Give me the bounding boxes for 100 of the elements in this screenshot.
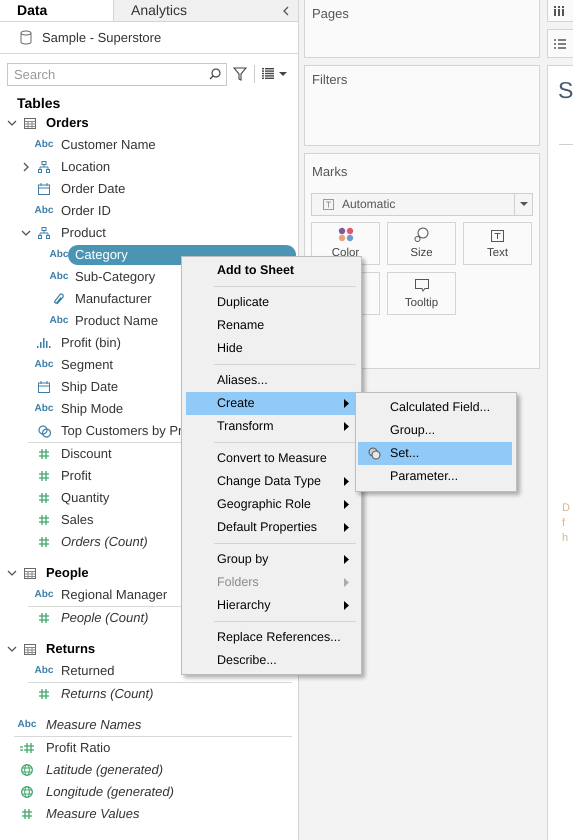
paperclip-icon <box>53 293 65 305</box>
calendar-icon <box>38 183 50 195</box>
sheet-title: S <box>558 79 573 102</box>
calculated-measure-icon <box>20 742 34 754</box>
menu-item[interactable]: Duplicate <box>186 291 357 314</box>
field-item[interactable]: Regional Manager <box>54 585 174 605</box>
data-source-name: Sample - Superstore <box>42 28 162 47</box>
submenu-arrow-icon <box>344 422 349 431</box>
submenu-arrow-icon <box>344 477 349 486</box>
calendar-icon <box>38 381 50 393</box>
menu-item[interactable]: Parameter... <box>358 465 512 488</box>
menu-item[interactable]: Transform <box>186 415 357 438</box>
field-item[interactable]: Customer Name <box>54 135 163 155</box>
menu-item[interactable]: Aliases... <box>186 369 357 392</box>
field-item[interactable]: Ship Mode <box>54 399 130 419</box>
type-label: Abc <box>50 316 68 326</box>
menu-item[interactable]: Create <box>186 392 357 415</box>
dropdown-value: Automatic <box>342 196 396 213</box>
menu-item[interactable]: Set... <box>358 442 512 465</box>
mark-type-dropdown[interactable]: Automatic <box>311 192 533 216</box>
filter-icon <box>233 67 247 81</box>
field-item[interactable]: Profit (bin) <box>54 333 128 353</box>
field-item[interactable]: Product <box>54 223 113 243</box>
database-icon <box>20 30 32 45</box>
shelf-title: Marks <box>311 163 348 181</box>
chevron-right-icon[interactable] <box>21 161 31 173</box>
menu-item[interactable]: Geographic Role <box>186 493 357 516</box>
field-item[interactable]: Manufacturer <box>68 289 159 309</box>
hash-icon <box>21 808 33 820</box>
menu-item[interactable]: Group by <box>186 548 357 571</box>
field-item[interactable]: Returned <box>54 661 122 681</box>
field-item[interactable]: Orders (Count) <box>54 532 155 552</box>
set-icon <box>368 447 380 460</box>
field-item[interactable]: Order Date <box>54 179 132 199</box>
field-item[interactable]: Profit Ratio <box>39 738 118 758</box>
submenu-arrow-icon <box>344 399 349 408</box>
color-dots-icon <box>338 227 354 242</box>
field-item[interactable]: Measure Names <box>39 715 148 735</box>
bar-chart-icon <box>37 337 51 349</box>
menu-item[interactable]: Hierarchy <box>186 594 357 617</box>
menu-item[interactable]: Convert to Measure <box>186 447 357 470</box>
menu-item[interactable]: Replace References... <box>186 626 357 649</box>
field-item[interactable]: Quantity <box>54 488 116 508</box>
columns-icon <box>554 6 564 16</box>
mark-tooltip-button[interactable]: Tooltip <box>387 272 456 314</box>
menu-item[interactable]: Describe... <box>186 649 357 672</box>
shelf-title: Filters <box>312 71 348 89</box>
menu-item[interactable]: Calculated Field... <box>358 396 512 419</box>
menu-item[interactable]: Change Data Type <box>186 470 357 493</box>
set-icon <box>38 424 50 438</box>
speech-bubble-icon <box>414 279 428 292</box>
menu-item[interactable]: Group... <box>358 419 512 442</box>
field-item[interactable]: Sub-Category <box>68 267 162 287</box>
menu-item[interactable]: Hide <box>186 337 357 360</box>
submenu-arrow-icon <box>344 523 349 532</box>
hint-text: D <box>562 501 571 516</box>
table-name[interactable]: Orders <box>46 113 89 133</box>
menu-item[interactable]: Rename <box>186 314 357 337</box>
field-item[interactable]: Measure Values <box>39 804 146 824</box>
submenu-arrow-icon <box>344 578 349 587</box>
type-label: Abc <box>18 720 36 730</box>
field-item[interactable]: Returns (Count) <box>54 684 160 704</box>
table-name[interactable]: People <box>46 563 89 583</box>
mark-size-button[interactable]: Size <box>387 222 456 264</box>
caret-icon <box>520 202 528 206</box>
globe-icon <box>21 764 33 776</box>
field-item[interactable]: Ship Date <box>54 377 126 397</box>
hash-icon <box>38 514 50 526</box>
field-item[interactable]: Latitude (generated) <box>39 760 170 780</box>
shelf-title: Pages <box>312 5 350 23</box>
field-item[interactable]: Order ID <box>54 201 118 221</box>
rows-icon <box>554 38 566 48</box>
panel-tab[interactable]: Analytics <box>113 0 274 21</box>
table-icon <box>24 568 36 578</box>
submenu-arrow-icon <box>344 500 349 509</box>
type-label: Abc <box>34 666 54 676</box>
hint-text: f <box>562 516 566 531</box>
menu-item[interactable]: Default Properties <box>186 516 357 539</box>
field-item[interactable]: Sales <box>54 510 101 530</box>
table-icon <box>24 118 36 128</box>
field-item[interactable]: Segment <box>54 355 120 375</box>
field-item[interactable]: Location <box>54 157 118 177</box>
hash-icon <box>38 688 50 700</box>
globe-icon <box>21 786 33 798</box>
list-view-icon <box>262 68 274 80</box>
collapse-icon <box>281 4 291 16</box>
field-item[interactable]: People (Count) <box>54 608 156 628</box>
field-item[interactable]: Longitude (generated) <box>39 782 181 802</box>
hash-icon <box>38 470 50 482</box>
field-item[interactable]: Discount <box>54 444 119 464</box>
search-field[interactable]: Search <box>7 62 227 86</box>
submenu-arrow-icon <box>344 555 349 564</box>
hierarchy-icon <box>38 227 50 239</box>
field-item[interactable]: Product Name <box>68 311 166 331</box>
type-label: Abc <box>34 590 54 600</box>
hash-icon <box>38 492 50 504</box>
field-item[interactable]: Profit <box>54 466 98 486</box>
type-label: Abc <box>34 140 54 150</box>
mark-text-button[interactable]: Text <box>463 222 532 264</box>
table-name[interactable]: Returns <box>46 639 96 659</box>
